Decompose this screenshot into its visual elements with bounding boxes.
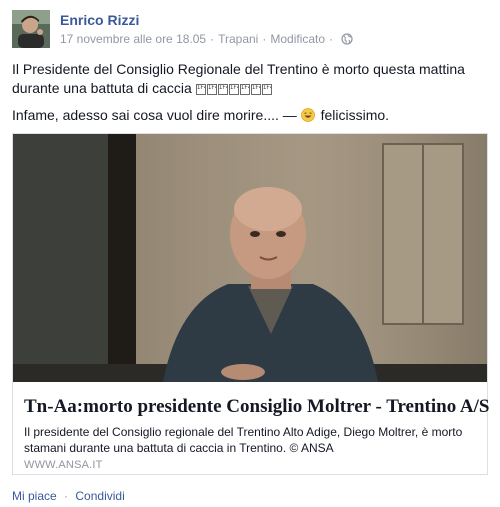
post-header: Enrico Rizzi 17 novembre alle ore 18.05 …: [12, 10, 482, 50]
share-domain: WWW.ANSA.IT: [24, 459, 103, 471]
post-card: Enrico Rizzi 17 novembre alle ore 18.05 …: [0, 0, 500, 507]
meta-separator: ·: [262, 32, 267, 46]
like-button[interactable]: Mi piace: [12, 489, 57, 503]
post-actions: Mi piace · Condividi: [12, 489, 125, 503]
emoji-placeholder-box: 1F4A5: [217, 83, 228, 95]
link-share[interactable]: Tn-Aa:morto presidente Consiglio Moltrer…: [12, 133, 490, 475]
edited-label[interactable]: Modificato: [270, 32, 325, 46]
emoji-placeholder-box: 1F4A5: [228, 83, 239, 95]
laughing-face-icon: [300, 108, 315, 122]
emoji-placeholder-box: 1F4A5: [250, 83, 261, 95]
author-name[interactable]: Enrico Rizzi: [60, 12, 139, 28]
emoji-placeholder-box: 1F4A5: [239, 83, 250, 95]
emoji-placeholder-box: 1F4A5: [195, 83, 206, 95]
share-image[interactable]: [13, 134, 487, 382]
post-paragraph-1: Il Presidente del Consiglio Regionale de…: [12, 60, 488, 98]
emoji-placeholder-box: 1F4A5: [206, 83, 217, 95]
avatar[interactable]: [12, 10, 50, 48]
feeling-label[interactable]: felicissimo.: [321, 107, 389, 123]
post-text-line2: Infame, adesso sai cosa vuol dire morire…: [12, 107, 297, 123]
action-separator: ·: [64, 489, 69, 503]
emoji-placeholder-box: 1F4A5: [261, 83, 272, 95]
post-timestamp[interactable]: 17 novembre alle ore 18.05: [60, 32, 206, 46]
post-location[interactable]: Trapani: [218, 32, 258, 46]
meta-separator: ·: [210, 32, 215, 46]
share-button[interactable]: Condividi: [75, 489, 124, 503]
meta-separator: ·: [329, 32, 334, 46]
emoji-placeholders: 1F4A51F4A51F4A51F4A51F4A51F4A51F4A5: [195, 83, 272, 95]
post-meta: 17 novembre alle ore 18.05 · Trapani · M…: [60, 32, 353, 46]
post-paragraph-2: Infame, adesso sai cosa vuol dire morire…: [12, 106, 488, 125]
share-description: Il presidente del Consiglio regionale de…: [24, 425, 463, 455]
post-body: Il Presidente del Consiglio Regionale de…: [12, 60, 488, 133]
share-title[interactable]: Tn-Aa:morto presidente Consiglio Moltrer…: [24, 396, 490, 418]
globe-icon[interactable]: [341, 33, 353, 45]
